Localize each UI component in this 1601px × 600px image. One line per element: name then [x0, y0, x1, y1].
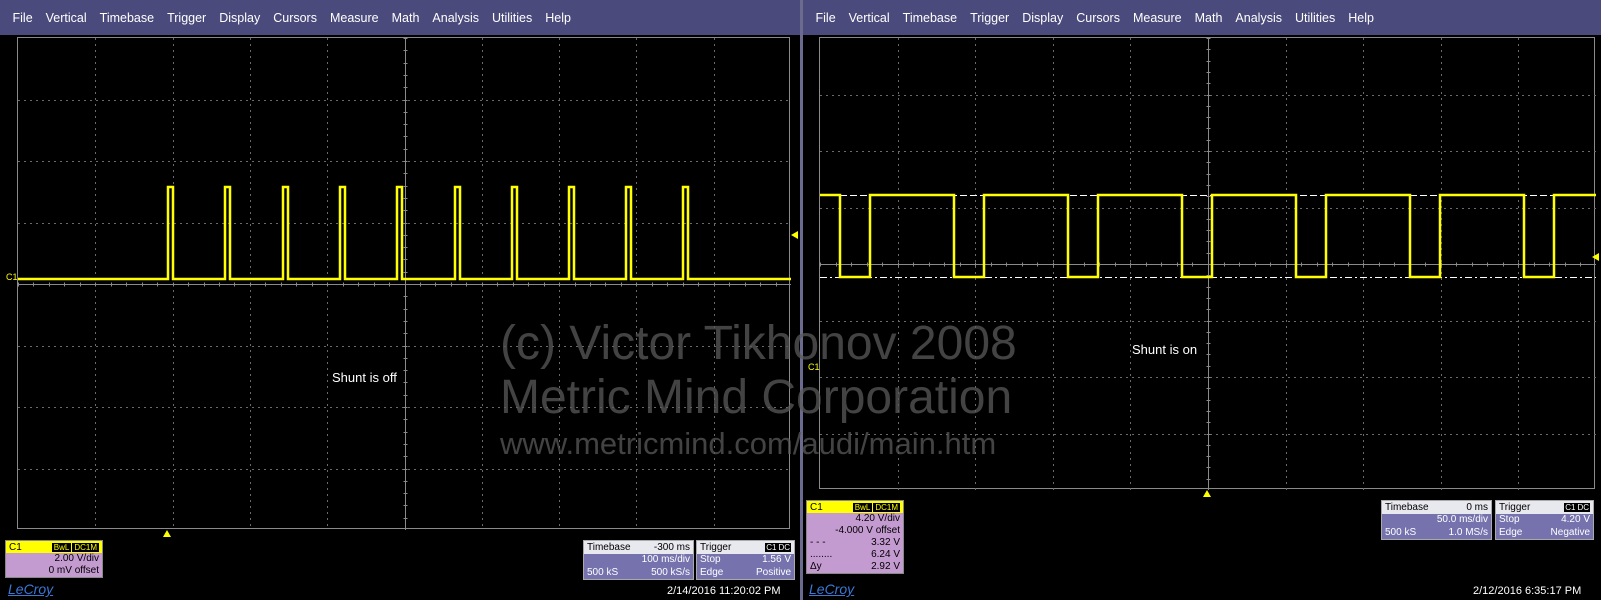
menu-file[interactable]: File	[6, 11, 39, 25]
coupling-badge: DC1M	[72, 542, 99, 552]
trigger-type: Edge	[700, 566, 724, 578]
timebase-delay: -300 ms	[653, 542, 690, 553]
lecroy-logo: LeCroy	[8, 581, 54, 597]
trigger-level-marker	[791, 231, 798, 239]
waveform-annotation: Shunt is off	[332, 370, 397, 385]
scope-screen-shunt-off: File Vertical Timebase Trigger Display C…	[0, 0, 800, 600]
timebase-descriptor[interactable]: Timebase 0 ms 50.0 ms/div 500 kS 1.0 MS/s	[1381, 500, 1492, 540]
offset-value: -4.000 V offset	[835, 525, 900, 536]
volts-per-div: 2.00 V/div	[54, 553, 99, 564]
waveform-trace-c1	[18, 185, 791, 281]
menu-measure[interactable]: Measure	[1126, 11, 1188, 25]
waveform-annotation: Shunt is on	[1132, 342, 1198, 357]
menu-cursors[interactable]: Cursors	[1070, 11, 1127, 25]
timebase-title: Timebase	[1385, 502, 1429, 513]
trigger-position-marker	[163, 530, 171, 537]
cursor-1-value: 3.32 V	[871, 537, 900, 548]
time-per-div: 100 ms/div	[641, 554, 690, 565]
trigger-type: Edge	[1499, 526, 1523, 538]
timebase-descriptor[interactable]: Timebase -300 ms 100 ms/div 500 kS 500 kS/…	[583, 540, 694, 580]
trigger-slope: Positive	[755, 566, 791, 578]
channel-1-ground-marker: C1	[808, 362, 820, 372]
trigger-source-badge: C1	[765, 543, 778, 552]
menu-timebase[interactable]: Timebase	[896, 11, 963, 25]
menu-measure[interactable]: Measure	[323, 11, 385, 25]
bandwidth-limit-badge: BwL	[852, 502, 873, 512]
cursor-1-label: - - -	[810, 537, 826, 548]
trigger-descriptor[interactable]: Trigger C1 DC Stop 4.20 V Edge Negative	[1495, 500, 1594, 540]
menu-display[interactable]: Display	[1016, 11, 1070, 25]
trigger-level: 1.56 V	[762, 554, 791, 565]
cursor-2-value: 6.24 V	[871, 549, 900, 560]
bandwidth-limit-badge: BwL	[51, 542, 72, 552]
waveform-plot	[820, 38, 1596, 490]
menu-vertical[interactable]: Vertical	[39, 11, 93, 25]
time-per-div: 50.0 ms/div	[1436, 514, 1488, 525]
timebase-delay: 0 ms	[1466, 502, 1488, 513]
trigger-position-marker	[1203, 490, 1211, 497]
trigger-title: Trigger	[700, 542, 732, 553]
menu-math[interactable]: Math	[385, 11, 426, 25]
channel-label: C1	[9, 541, 22, 553]
delta-y-label: Δy	[810, 561, 822, 572]
timebase-title: Timebase	[587, 542, 631, 553]
trigger-mode: Stop	[1499, 514, 1520, 525]
menu-analysis[interactable]: Analysis	[426, 11, 486, 25]
trigger-descriptor[interactable]: Trigger C1 DC Stop 1.56 V Edge Positive	[696, 540, 795, 580]
menu-bar: File Vertical Timebase Trigger Display C…	[803, 0, 1601, 35]
menu-analysis[interactable]: Analysis	[1229, 11, 1289, 25]
capture-timestamp: 2/12/2016 6:35:17 PM	[1473, 585, 1582, 597]
channel-1-descriptor[interactable]: C1 BwL DC1M 2.00 V/div 0 mV offset	[5, 540, 103, 578]
menu-bar: File Vertical Timebase Trigger Display C…	[0, 0, 800, 35]
menu-vertical[interactable]: Vertical	[842, 11, 896, 25]
offset-value: 0 mV offset	[48, 565, 99, 576]
menu-file[interactable]: File	[809, 11, 842, 25]
coupling-badge: DC1M	[873, 502, 900, 512]
trigger-coupling-badge: DC	[777, 543, 791, 552]
menu-math[interactable]: Math	[1188, 11, 1229, 25]
delta-y-value: 2.92 V	[871, 561, 900, 572]
record-length: 500 kS	[1385, 526, 1417, 538]
waveform-grid[interactable]	[17, 37, 791, 530]
menu-utilities[interactable]: Utilities	[1288, 11, 1341, 25]
menu-cursors[interactable]: Cursors	[267, 11, 324, 25]
menu-trigger[interactable]: Trigger	[964, 11, 1016, 25]
menu-trigger[interactable]: Trigger	[161, 11, 213, 25]
capture-timestamp: 2/14/2016 11:20:02 PM	[667, 585, 781, 597]
channel-1-ground-marker: C1	[6, 272, 18, 282]
channel-label: C1	[810, 501, 823, 513]
trigger-level: 4.20 V	[1561, 514, 1590, 525]
menu-utilities[interactable]: Utilities	[485, 11, 538, 25]
channel-1-descriptor[interactable]: C1 BwL DC1M 4.20 V/div -4.000 V offset - …	[806, 500, 904, 574]
lecroy-logo: LeCroy	[809, 581, 855, 597]
trigger-title: Trigger	[1499, 502, 1531, 513]
menu-help[interactable]: Help	[1342, 11, 1381, 25]
menu-timebase[interactable]: Timebase	[93, 11, 160, 25]
waveform-grid[interactable]	[819, 37, 1596, 490]
sample-rate: 1.0 MS/s	[1448, 526, 1488, 538]
trigger-coupling-badge: DC	[1576, 503, 1590, 512]
volts-per-div: 4.20 V/div	[855, 513, 900, 524]
menu-help[interactable]: Help	[539, 11, 578, 25]
sample-rate: 500 kS/s	[651, 566, 690, 578]
trigger-mode: Stop	[700, 554, 721, 565]
trigger-source-badge: C1	[1564, 503, 1577, 512]
trigger-slope: Negative	[1550, 526, 1590, 538]
menu-display[interactable]: Display	[213, 11, 267, 25]
record-length: 500 kS	[587, 566, 619, 578]
scope-screen-shunt-on: File Vertical Timebase Trigger Display C…	[803, 0, 1601, 600]
waveform-plot	[18, 38, 791, 530]
cursor-2-label: ........	[810, 549, 833, 560]
trigger-level-marker	[1592, 253, 1599, 261]
